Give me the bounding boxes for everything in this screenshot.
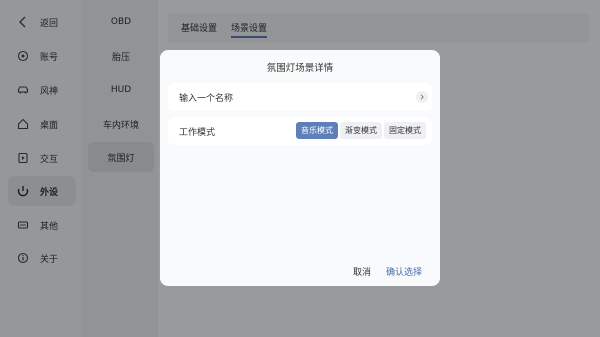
work-mode-row: 工作模式 音乐模式 渐变模式 固定模式	[168, 117, 432, 145]
name-input-label: 输入一个名称	[179, 94, 234, 104]
mode-music-button[interactable]: 音乐模式	[296, 122, 338, 139]
dialog-title: 氛围灯场景详情	[266, 63, 334, 74]
work-mode-label: 工作模式	[179, 128, 216, 138]
mode-fixed-button[interactable]: 固定模式	[384, 122, 426, 139]
chevron-right-icon[interactable]	[416, 91, 428, 103]
work-mode-selector: 音乐模式 渐变模式 固定模式	[296, 122, 426, 139]
cancel-button[interactable]: 取消	[353, 265, 371, 278]
mode-gradient-button[interactable]: 渐变模式	[340, 122, 382, 139]
name-input-row[interactable]: 输入一个名称	[168, 83, 432, 111]
scene-detail-dialog: 氛围灯场景详情 输入一个名称 工作模式 音乐模式 渐变模式 固定模式 取消 确认…	[160, 50, 440, 286]
confirm-button[interactable]: 确认选择	[386, 265, 422, 278]
